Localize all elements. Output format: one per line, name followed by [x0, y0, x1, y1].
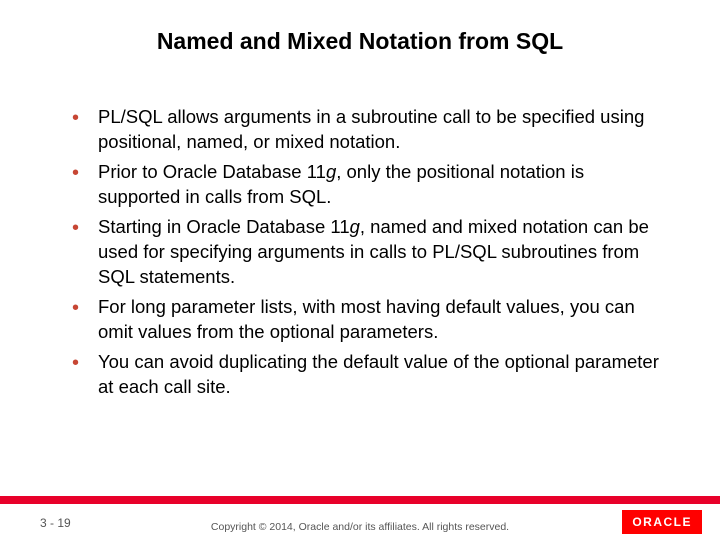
- bullet-item: PL/SQL allows arguments in a subroutine …: [70, 105, 660, 155]
- slide: Named and Mixed Notation from SQL PL/SQL…: [0, 0, 720, 540]
- bullet-text-pre: PL/SQL allows arguments in a subroutine …: [98, 106, 644, 152]
- bullet-item: Prior to Oracle Database 11g, only the p…: [70, 160, 660, 210]
- bullet-list: PL/SQL allows arguments in a subroutine …: [70, 105, 660, 400]
- footer-divider: [0, 496, 720, 504]
- bullet-item: Starting in Oracle Database 11g, named a…: [70, 215, 660, 290]
- bullet-text-pre: Starting in Oracle Database 11: [98, 216, 350, 237]
- oracle-logo: ORACLE: [622, 510, 702, 534]
- footer: 3 - 19 Copyright © 2014, Oracle and/or i…: [0, 498, 720, 540]
- copyright-text: Copyright © 2014, Oracle and/or its affi…: [200, 522, 520, 534]
- page-number: 3 - 19: [40, 516, 71, 530]
- bullet-item: You can avoid duplicating the default va…: [70, 350, 660, 400]
- slide-content: PL/SQL allows arguments in a subroutine …: [0, 65, 720, 400]
- bullet-text-pre: You can avoid duplicating the default va…: [98, 351, 659, 397]
- bullet-text-italic: g: [326, 161, 336, 182]
- slide-title: Named and Mixed Notation from SQL: [0, 0, 720, 65]
- bullet-text-pre: Prior to Oracle Database 11: [98, 161, 326, 182]
- bullet-text-italic: g: [350, 216, 360, 237]
- bullet-item: For long parameter lists, with most havi…: [70, 295, 660, 345]
- bullet-text-pre: For long parameter lists, with most havi…: [98, 296, 635, 342]
